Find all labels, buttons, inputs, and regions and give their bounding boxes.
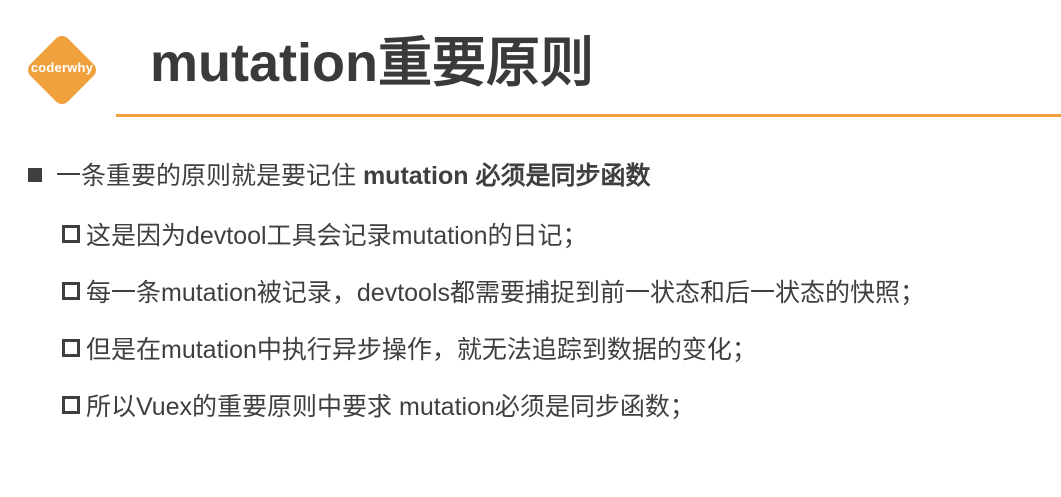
sub-bullet: 这是因为devtool工具会记录mutation的日记； xyxy=(62,218,588,254)
page-title: mutation重要原则 xyxy=(150,33,594,93)
sub-bullet: 所以Vuex的重要原则中要求 mutation必须是同步函数； xyxy=(62,389,695,425)
hollow-square-bullet-icon xyxy=(62,339,80,357)
hollow-square-bullet-icon xyxy=(62,396,80,414)
hollow-square-bullet-icon xyxy=(62,282,80,300)
filled-square-bullet-icon xyxy=(28,168,42,182)
sub-bullet-text: 但是在mutation中执行异步操作，就无法追踪到数据的变化； xyxy=(86,336,757,364)
sub-bullet: 每一条mutation被记录，devtools都需要捕捉到前一状态和后一状态的快… xyxy=(62,275,925,311)
logo-text: coderwhy xyxy=(30,60,94,75)
coderwhy-logo: coderwhy xyxy=(19,27,105,113)
main-bullet-emphasis: mutation 必须是同步函数 xyxy=(362,162,651,190)
sub-bullet-text: 所以Vuex的重要原则中要求 mutation必须是同步函数； xyxy=(86,393,695,421)
title-divider xyxy=(116,114,1061,117)
sub-bullet-text: 每一条mutation被记录，devtools都需要捕捉到前一状态和后一状态的快… xyxy=(86,279,926,307)
sub-bullet: 但是在mutation中执行异步操作，就无法追踪到数据的变化； xyxy=(62,332,757,368)
main-bullet-text: 一条重要的原则就是要记住 xyxy=(56,162,363,190)
hollow-square-bullet-icon xyxy=(62,225,80,243)
sub-bullet-text: 这是因为devtool工具会记录mutation的日记； xyxy=(86,222,588,250)
main-bullet: 一条重要的原则就是要记住 mutation 必须是同步函数 xyxy=(28,158,650,194)
